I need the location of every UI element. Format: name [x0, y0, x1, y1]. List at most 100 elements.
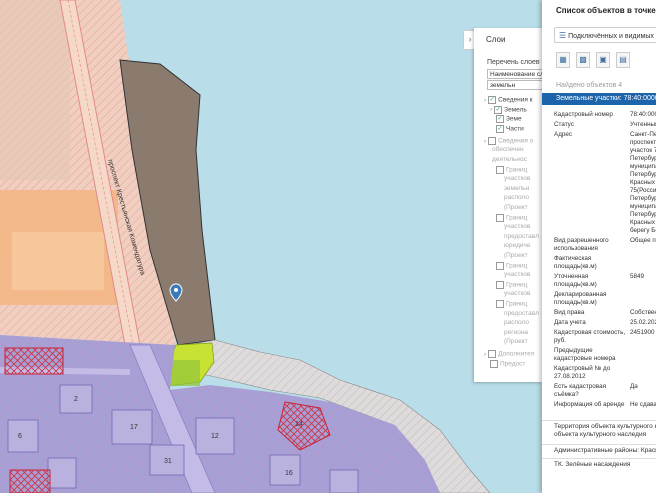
- parcel-number: 14: [295, 421, 303, 428]
- layer-item[interactable]: располо: [504, 194, 529, 202]
- layer-checkbox[interactable]: [488, 136, 497, 145]
- layer-item[interactable]: располо: [504, 319, 529, 327]
- layer-checkbox[interactable]: ✓: [496, 124, 504, 133]
- related-section-item[interactable]: ТК. Зелёные насаждения: [542, 458, 656, 471]
- detail-value: Да: [630, 383, 638, 390]
- layer-item[interactable]: участков: [504, 290, 530, 298]
- layer-checkbox[interactable]: ✓: [494, 105, 503, 114]
- layer-checkbox[interactable]: [496, 213, 504, 222]
- detail-value: 78:40:000: [630, 111, 656, 118]
- layer-name-filter[interactable]: Наименование сл: [487, 69, 542, 79]
- layer-label: (Проект: [504, 338, 528, 346]
- detail-value: Санкт-Петепроспектучасток 7Петербургмуни…: [630, 131, 656, 234]
- layer-item[interactable]: региона: [504, 329, 528, 337]
- layer-label: региона: [504, 328, 529, 336]
- found-count: Найдено объектов 4: [556, 82, 623, 89]
- layer-item[interactable]: земельн: [504, 185, 529, 193]
- layer-checkbox[interactable]: [488, 350, 497, 359]
- layer-label: Земель: [504, 106, 527, 114]
- layer-label: (Проект: [504, 252, 528, 259]
- layer-item[interactable]: деятельнос: [492, 156, 527, 164]
- detail-key: Дата учета: [554, 319, 586, 326]
- layer-item[interactable]: юридиче: [504, 242, 531, 250]
- layer-item[interactable]: › ✓ Сведения к: [484, 96, 533, 105]
- export-icon[interactable]: ▩: [576, 52, 590, 68]
- parcel-number: 16: [285, 470, 293, 477]
- layers-panel: Слои Перечень слоев Наименование сл земе…: [474, 28, 542, 382]
- layer-checkbox[interactable]: [496, 261, 504, 270]
- layer-item[interactable]: (Проект: [504, 204, 528, 212]
- dropdown-label: Подключённых и видимых: [568, 33, 654, 40]
- parcel-number: 2: [74, 396, 78, 403]
- layer-label: участков: [504, 223, 531, 231]
- layer-item[interactable]: предоставл: [504, 233, 539, 241]
- layer-label: располо: [504, 319, 529, 327]
- detail-row: Кадастровая стоимость, руб. 2451900: [554, 328, 656, 346]
- layer-item[interactable]: Границ: [496, 261, 527, 271]
- layer-checkbox[interactable]: ✓: [488, 96, 497, 104]
- related-section-item[interactable]: Административные районы: Красн: [542, 444, 656, 457]
- visibility-dropdown[interactable]: ☰ Подключённых и видимых: [554, 27, 656, 43]
- layer-label: участков: [504, 271, 531, 279]
- layer-item[interactable]: Предост: [490, 360, 525, 369]
- detail-value: Собствен: [630, 309, 656, 316]
- layer-item[interactable]: › ✓ Земель: [490, 105, 527, 115]
- layers-stack-icon: ☰: [559, 31, 567, 40]
- detail-key: Адрес: [554, 131, 573, 138]
- table-view-icon[interactable]: ▦: [556, 52, 570, 68]
- detail-row: Уточненная площадь(кв.м) 5849: [554, 272, 656, 290]
- layer-label: участков: [504, 175, 531, 183]
- detail-value: [630, 290, 656, 308]
- layer-label: (Проект: [504, 204, 528, 211]
- layer-item[interactable]: (Проект: [504, 338, 528, 346]
- layer-item[interactable]: (Проект: [504, 252, 528, 260]
- layer-item[interactable]: обеспечен: [492, 146, 524, 154]
- detail-row: Дата учета 25.02.202: [554, 318, 656, 328]
- layer-item[interactable]: Границ: [496, 300, 527, 309]
- expand-arrow-icon[interactable]: ›: [484, 351, 486, 358]
- layer-search-input[interactable]: земельн: [487, 80, 542, 90]
- layer-item[interactable]: Границ: [496, 213, 527, 223]
- detail-row: Вид права Собствен: [554, 308, 656, 318]
- layer-item[interactable]: участков: [504, 223, 530, 231]
- layer-checkbox[interactable]: [496, 300, 504, 308]
- layers-subtitle: Перечень слоев: [487, 59, 540, 66]
- detail-value: 25.02.202: [630, 319, 656, 326]
- detail-value: 5849: [630, 273, 645, 280]
- layer-checkbox[interactable]: [490, 360, 498, 368]
- layers-title: Слои: [486, 35, 506, 44]
- layer-item[interactable]: Границ: [496, 280, 527, 290]
- detail-row: Предыдущие кадастровые номера: [554, 346, 656, 364]
- layer-item[interactable]: предоставл: [504, 310, 539, 318]
- layer-item[interactable]: › Дополнител: [484, 350, 534, 359]
- object-details-table: Кадастровый номер 78:40:000 Статус Учтенный…: [554, 110, 656, 410]
- objects-title: Список объектов в точке: [556, 6, 656, 15]
- detail-key: Кадастровая стоимость, руб.: [554, 329, 626, 344]
- layer-checkbox[interactable]: ✓: [496, 115, 504, 124]
- detail-key: Информация об аренде: [554, 401, 625, 408]
- detail-value: [630, 346, 656, 364]
- layer-item[interactable]: ✓ Земе: [496, 115, 522, 124]
- layer-item[interactable]: участков: [504, 175, 530, 183]
- selected-object-row[interactable]: Земельные участки: 78:40:000000: [542, 93, 656, 105]
- layer-label: располо: [504, 194, 529, 202]
- expand-arrow-icon[interactable]: ›: [490, 106, 492, 113]
- layer-checkbox[interactable]: [496, 165, 504, 174]
- detail-key: Декларированная площадь(кв.м): [554, 291, 607, 306]
- detail-value: [630, 364, 656, 382]
- fit-extent-icon[interactable]: ▣: [596, 52, 610, 68]
- document-icon[interactable]: ▤: [616, 52, 630, 68]
- expand-arrow-icon[interactable]: ›: [484, 138, 486, 145]
- layer-item[interactable]: ✓ Части: [496, 124, 524, 134]
- layer-checkbox[interactable]: [496, 280, 504, 289]
- related-section-item[interactable]: Территория объекта культурного н объекта…: [542, 420, 656, 441]
- detail-key: Кадастровый № до 27.08.2012: [554, 365, 611, 380]
- expand-arrow-icon[interactable]: ›: [484, 97, 486, 104]
- layer-item[interactable]: участков: [504, 271, 530, 279]
- detail-key: Предыдущие кадастровые номера: [554, 347, 616, 362]
- detail-row: Декларированная площадь(кв.м): [554, 290, 656, 308]
- layer-item[interactable]: Границ: [496, 165, 527, 175]
- layer-item[interactable]: › Сведения о: [484, 136, 533, 146]
- parcel-number: 6: [18, 433, 22, 440]
- detail-key: Статус: [554, 121, 574, 128]
